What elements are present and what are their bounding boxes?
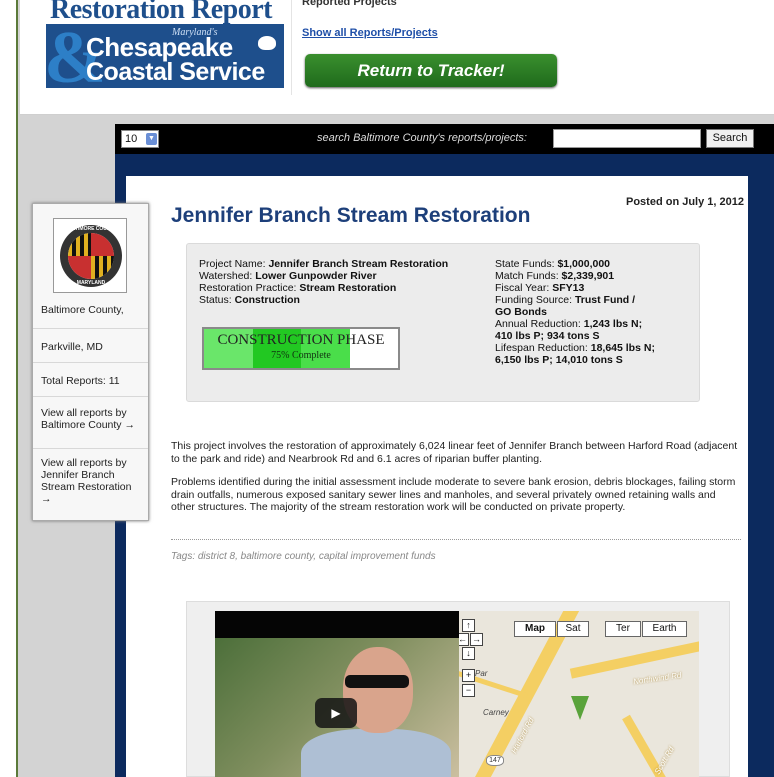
phase-title: CONSTRUCTION PHASE xyxy=(217,332,385,348)
logo-line-2: Coastal Service xyxy=(86,58,265,86)
project-name-value: Jennifer Branch Stream Restoration xyxy=(268,258,449,270)
seal-quarter-4 xyxy=(91,256,114,279)
site-header: Restoration Report & Maryland's Chesapea… xyxy=(20,0,774,115)
county-sidebar: BALTIMORE COUNTY MARYLAND Baltimore Coun… xyxy=(32,203,149,521)
show-all-reports-link[interactable]: Show all Reports/Projects xyxy=(302,27,438,39)
status-value: Construction xyxy=(234,294,300,306)
seal-quarter-3 xyxy=(68,256,91,279)
annual-reduction-row: Annual Reduction: 1,243 lbs N; 410 lbs P… xyxy=(495,318,655,342)
seal-quarter-1 xyxy=(68,233,91,256)
route-shield-147: 147 xyxy=(486,755,504,766)
funding-source-label: Funding Source: xyxy=(495,294,575,306)
site-logo[interactable]: & Maryland's Chesapeake Coastal Service xyxy=(46,24,284,88)
sidebar-view-by-project-link[interactable]: View all reports by Jennifer Branch Stre… xyxy=(33,448,148,518)
lifespan-reduction-label: Lifespan Reduction: xyxy=(495,342,591,354)
project-name-label: Project Name: xyxy=(199,258,269,270)
header-divider xyxy=(291,0,292,95)
page-title[interactable]: Jennifer Branch Stream Restoration xyxy=(171,204,530,228)
seal-ring: BALTIMORE COUNTY MARYLAND xyxy=(60,225,122,287)
practice-label: Restoration Practice: xyxy=(199,282,300,294)
map-type-ter[interactable]: Ter xyxy=(605,621,641,637)
map-pin-icon[interactable] xyxy=(571,696,589,720)
search-bar: 10 ▼ search Baltimore County's reports/p… xyxy=(115,124,774,154)
sidebar-view-by-county-link[interactable]: View all reports by Baltimore County → xyxy=(33,396,148,442)
zoom-in-icon[interactable]: + xyxy=(462,669,475,682)
state-funds-label: State Funds: xyxy=(495,258,558,270)
play-icon[interactable]: ▶ xyxy=(315,698,357,728)
fiscal-year-value: SFY13 xyxy=(552,282,585,294)
lifespan-reduction-row: Lifespan Reduction: 18,645 lbs N; 6,150 … xyxy=(495,342,655,366)
state-funds-value: $1,000,000 xyxy=(557,258,611,270)
watershed-value: Lower Gunpowder River xyxy=(255,270,377,282)
crab-icon xyxy=(258,36,276,50)
seal-quarter-2 xyxy=(91,233,114,256)
search-button[interactable]: Search xyxy=(706,129,754,148)
map-label-park: Par xyxy=(475,669,488,678)
per-page-select[interactable]: 10 ▼ xyxy=(121,130,159,148)
search-label: search Baltimore County's reports/projec… xyxy=(317,132,527,144)
sidebar-county-name: Baltimore County, xyxy=(41,304,124,316)
video-player[interactable]: ▶ xyxy=(215,611,459,777)
reported-projects-heading: Reported Projects xyxy=(302,0,397,8)
match-funds-label: Match Funds: xyxy=(495,270,562,282)
fiscal-year-label: Fiscal Year: xyxy=(495,282,553,294)
sidebar-total-reports: Total Reports: 11 xyxy=(33,362,148,396)
posted-date: Posted on July 1, 2012 xyxy=(626,196,744,208)
page-left-edge xyxy=(0,0,18,777)
search-input[interactable] xyxy=(553,129,701,148)
seal-shield xyxy=(68,233,114,279)
chevron-down-icon[interactable]: ▼ xyxy=(146,133,157,145)
zoom-out-icon[interactable]: − xyxy=(462,684,475,697)
brand-title[interactable]: Restoration Report xyxy=(50,0,272,26)
seal-top-text: BALTIMORE COUNTY xyxy=(65,226,117,232)
seal-bottom-text: MARYLAND xyxy=(76,280,106,286)
project-name-row: Project Name: Jennifer Branch Stream Res… xyxy=(199,258,448,270)
phase-percent: 75% Complete xyxy=(271,350,331,361)
map-type-earth[interactable]: Earth xyxy=(642,621,687,637)
video-person-shirt xyxy=(301,729,451,777)
video-person-sunglasses xyxy=(345,675,409,688)
pan-left-icon[interactable]: ← xyxy=(459,633,469,646)
tags-line[interactable]: Tags: district 8, baltimore county, capi… xyxy=(171,551,436,562)
project-info-box: Project Name: Jennifer Branch Stream Res… xyxy=(186,243,700,402)
return-to-tracker-button[interactable]: Return to Tracker! xyxy=(305,54,557,87)
practice-row: Restoration Practice: Stream Restoration xyxy=(199,282,396,294)
status-row: Status: Construction xyxy=(199,294,300,306)
match-funds-value: $2,339,901 xyxy=(561,270,615,282)
status-label: Status: xyxy=(199,294,235,306)
baltimore-county-seal-icon[interactable]: BALTIMORE COUNTY MARYLAND xyxy=(53,218,127,293)
map-label-carney: Carney xyxy=(483,708,509,717)
description-paragraph-1: This project involves the restoration of… xyxy=(171,440,738,465)
practice-value: Stream Restoration xyxy=(299,282,397,294)
fiscal-year-row: Fiscal Year: SFY13 xyxy=(495,282,645,294)
video-header xyxy=(215,611,459,638)
construction-phase-progress: CONSTRUCTION PHASE 75% Complete xyxy=(202,327,400,370)
description-paragraph-2: Problems identified during the initial a… xyxy=(171,476,736,513)
map-label-northwind: Northwind Rd xyxy=(632,670,682,687)
match-funds-row: Match Funds: $2,339,901 xyxy=(495,270,645,282)
watershed-row: Watershed: Lower Gunpowder River xyxy=(199,270,377,282)
state-funds-row: State Funds: $1,000,000 xyxy=(495,258,645,270)
map-type-sat[interactable]: Sat xyxy=(557,621,589,637)
annual-reduction-label: Annual Reduction: xyxy=(495,318,584,330)
pan-right-icon[interactable]: → xyxy=(470,633,483,646)
map-widget[interactable]: ↑ ← → ↓ + − Map Sat Ter Earth Par Carney… xyxy=(459,611,699,777)
pan-up-icon[interactable]: ↑ xyxy=(462,619,475,632)
watershed-label: Watershed: xyxy=(199,270,256,282)
per-page-value: 10 xyxy=(125,133,138,145)
sidebar-location: Parkville, MD xyxy=(33,328,148,362)
map-type-map[interactable]: Map xyxy=(514,621,556,637)
funding-source-row: Funding Source: Trust Fund / GO Bonds xyxy=(495,294,645,318)
pan-down-icon[interactable]: ↓ xyxy=(462,647,475,660)
tags-divider xyxy=(171,539,741,540)
